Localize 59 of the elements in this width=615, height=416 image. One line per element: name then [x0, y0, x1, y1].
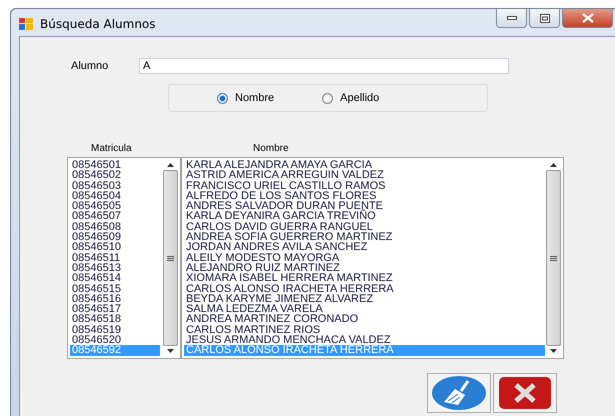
matricula-list-item[interactable]: 08546516 [70, 294, 160, 304]
nombre-list-item[interactable]: ALFREDO DE LOS SANTOS FLORES [184, 190, 545, 202]
nombre-list-item[interactable]: CARLOS ALONSO IRACHETA HERRERA [184, 284, 545, 294]
nombre-list-item[interactable]: ALEILY MODESTO MAYORGA [184, 252, 545, 263]
broom-icon [430, 375, 488, 411]
up-arrow-icon[interactable] [550, 163, 557, 167]
nombre-list-item[interactable]: ASTRID AMERICA ARREGUIN VALDEZ [184, 170, 545, 181]
maximize-icon [540, 14, 550, 22]
nombre-list-item[interactable]: KARLA ALEJANDRA AMAYA GARCIA [184, 160, 545, 170]
matricula-list-item[interactable]: 08546508 [70, 222, 160, 232]
matricula-list-item[interactable]: 08546519 [70, 324, 160, 336]
matricula-list-item[interactable]: 08546504 [70, 190, 160, 202]
matricula-list-item[interactable]: 08546509 [70, 232, 160, 242]
up-arrow-icon[interactable] [167, 163, 174, 167]
cancel-button[interactable] [493, 373, 557, 413]
alumno-input-field[interactable]: A [139, 58, 509, 74]
close-button[interactable] [562, 9, 613, 28]
window-title: Búsqueda Alumnos [40, 17, 156, 31]
alumno-label: Alumno [71, 60, 110, 72]
down-arrow-icon[interactable] [550, 349, 557, 353]
nombre-list-item[interactable]: FRANCISCO URIEL CASTILLO RAMOS [184, 180, 545, 191]
matricula-list-item[interactable]: 08546514 [70, 273, 160, 284]
app-icon [19, 18, 33, 30]
matricula-list-item[interactable]: 08546517 [70, 304, 160, 314]
close-icon [582, 13, 594, 23]
nombre-list-item[interactable]: XIOMARA ISABEL HERRERA MARTINEZ [184, 273, 545, 284]
matricula-list-item[interactable]: 08546507 [70, 211, 160, 222]
matricula-header: Matricula [91, 143, 133, 154]
nombre-list-item[interactable]: SALMA LEDEZMA VARELA [184, 304, 545, 314]
matricula-list-item[interactable]: 08546513 [70, 262, 160, 274]
maximize-button[interactable] [529, 9, 560, 28]
nombre-header: Nombre [253, 143, 290, 154]
nombre-list-item[interactable]: ALEJANDRO RUIZ MARTINEZ [184, 262, 545, 274]
matricula-list-item[interactable]: 08546520 [70, 335, 160, 346]
search-radio-option[interactable]: Nombre [217, 92, 274, 104]
matricula-list-item[interactable]: 08546515 [70, 284, 160, 294]
matricula-list-item[interactable]: 08546518 [70, 314, 160, 325]
nombre-list-item[interactable]: KARLA DEYANIRA GARCIA TREVIÑO [184, 211, 545, 222]
nombre-list-item[interactable]: ANDREA SOFIA GUERRERO MARTINEZ [184, 232, 545, 242]
matricula-list-item[interactable]: 08546505 [70, 201, 160, 212]
nombre-list-item[interactable]: JORDAN ANDRES AVILA SANCHEZ [184, 242, 545, 253]
matricula-list-item[interactable]: 08546501 [70, 160, 160, 170]
nombre-list-item[interactable]: JESUS ARMANDO MENCHACA VALDEZ [184, 335, 545, 346]
down-arrow-icon[interactable] [167, 349, 174, 353]
nombre-list-item[interactable]: BEYDA KARYME JIMENEZ ALVAREZ [184, 294, 545, 304]
nombre-list-item[interactable]: CARLOS DAVID GUERRA RANGUEL [184, 222, 545, 232]
nombre-list-item[interactable]: CARLOS MARTINEZ RIOS [184, 324, 545, 336]
minimize-icon [506, 16, 516, 20]
nombre-list-item[interactable]: ANDREA MARTINEZ CORONADO [184, 314, 545, 325]
matricula-list-item[interactable]: 08546502 [70, 170, 160, 181]
grip-icon [550, 256, 557, 260]
close-icon [498, 376, 552, 410]
matricula-list-item[interactable]: 08546503 [70, 180, 160, 191]
grip-icon [167, 256, 174, 260]
matricula-list-item[interactable]: 08546510 [70, 242, 160, 253]
clear-button[interactable] [427, 373, 491, 413]
search-radio-option[interactable]: Apellido [322, 92, 380, 104]
matricula-list-item[interactable]: 08546511 [70, 252, 160, 263]
minimize-button[interactable] [496, 9, 527, 28]
